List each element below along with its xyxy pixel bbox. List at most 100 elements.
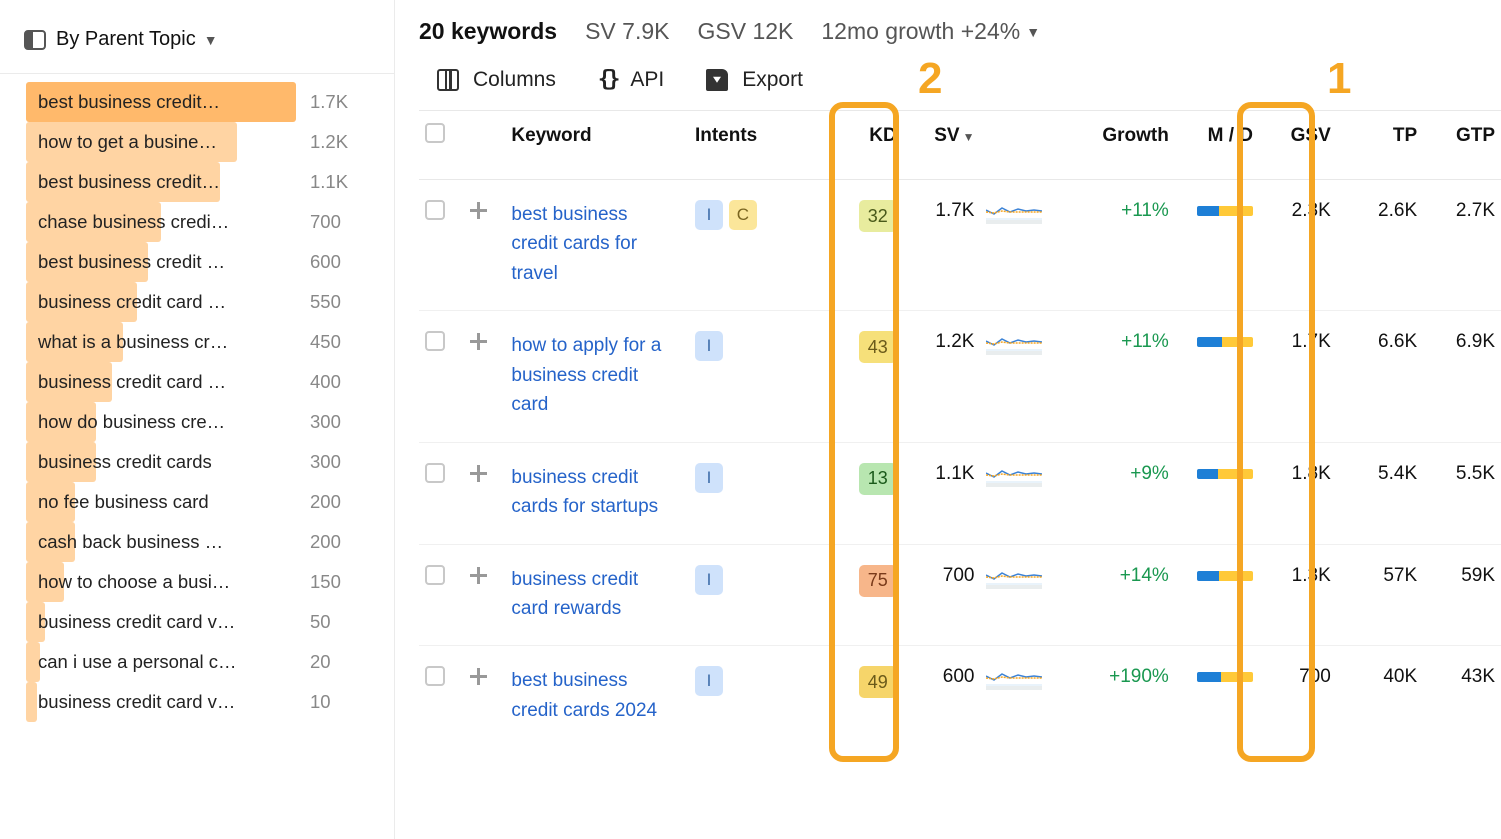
sidebar-topic[interactable]: how to get a busine…1.2K [26,122,376,162]
api-button[interactable]: {} API [598,67,664,92]
kd-badge: 49 [859,666,897,698]
topic-label: business credit card … [38,371,310,393]
table-row: business credit card rewardsI75700+14%1.… [419,544,1501,646]
keyword-link[interactable]: business credit cards for startups [511,463,661,522]
stat-keywords: 20 keywords [419,18,557,45]
kd-badge: 43 [859,331,897,363]
columns-button[interactable]: Columns [437,68,556,92]
sidebar-topic[interactable]: cash back business …200 [26,522,376,562]
topic-label: business credit card … [38,291,310,313]
topic-bar [26,682,37,722]
export-button[interactable]: Export [706,68,803,92]
sidebar-topic[interactable]: best business credit…1.7K [26,82,376,122]
topic-count: 50 [310,611,368,633]
sidebar-topic[interactable]: best business credit …600 [26,242,376,282]
growth-value: +190% [1109,666,1169,687]
tp-value: 2.6K [1378,200,1417,221]
gsv-value: 1.7K [1292,331,1331,352]
export-label: Export [742,68,803,92]
topic-count: 200 [310,491,368,513]
row-checkbox[interactable] [425,565,445,585]
expand-row-icon[interactable] [468,565,490,587]
topic-count: 550 [310,291,368,313]
sv-value: 1.2K [935,331,974,352]
intent-badge-i: I [695,463,723,493]
select-all-checkbox[interactable] [425,123,445,143]
keyword-link[interactable]: best business credit cards for travel [511,200,661,288]
topic-count: 1.7K [310,91,368,113]
topic-count: 600 [310,251,368,273]
row-checkbox[interactable] [425,666,445,686]
stat-gsv: GSV 12K [697,18,793,45]
col-sv-label: SV [934,125,959,146]
topic-count: 700 [310,211,368,233]
topic-label: best business credit … [38,251,310,273]
sidebar-topic[interactable]: how to choose a busi…150 [26,562,376,602]
sidebar-topic[interactable]: what is a business cr…450 [26,322,376,362]
expand-row-icon[interactable] [468,331,490,353]
sv-value: 1.7K [935,200,974,221]
tp-value: 5.4K [1378,463,1417,484]
row-checkbox[interactable] [425,200,445,220]
gsv-value: 2.3K [1292,200,1331,221]
expand-row-icon[interactable] [468,200,490,222]
sidebar-topic[interactable]: business credit card …400 [26,362,376,402]
sidebar-topic[interactable]: best business credit…1.1K [26,162,376,202]
download-file-icon [706,69,728,91]
sidebar: By Parent Topic ▼ best business credit…1… [0,0,395,839]
col-keyword[interactable]: Keyword [505,111,689,180]
sparkline-icon [986,666,1042,690]
sidebar-topic[interactable]: business credit card v…50 [26,602,376,642]
sv-value: 600 [943,666,975,687]
intent-badges: I [695,565,813,595]
gsv-value: 1.3K [1292,565,1331,586]
sidebar-topic[interactable]: chase business credi…700 [26,202,376,242]
col-intents[interactable]: Intents [689,111,819,180]
keyword-link[interactable]: best business credit cards 2024 [511,666,661,725]
chevron-down-icon: ▼ [204,32,218,48]
row-checkbox[interactable] [425,331,445,351]
sparkline-icon [986,463,1042,487]
sidebar-topic[interactable]: business credit card v…10 [26,682,376,722]
topic-label: business credit card v… [38,611,310,633]
sidebar-topic[interactable]: no fee business card200 [26,482,376,522]
col-md[interactable]: M / D [1175,111,1259,180]
group-by-parent-topic[interactable]: By Parent Topic ▼ [0,20,394,74]
topic-list: best business credit…1.7Khow to get a bu… [0,74,394,722]
growth-value: +11% [1121,200,1169,221]
sparkline-icon [986,331,1042,355]
col-kd[interactable]: KD [819,111,903,180]
kd-badge: 32 [859,200,897,232]
keyword-link[interactable]: business credit card rewards [511,565,661,624]
sparkline-icon [986,565,1042,589]
col-sv[interactable]: SV ▼ [903,111,981,180]
md-bar [1197,206,1253,216]
table-row: best business credit cards for travelIC3… [419,180,1501,311]
tp-value: 40K [1383,666,1417,687]
growth-value: +14% [1120,565,1169,586]
table-row: how to apply for a business credit card I… [419,311,1501,442]
col-gsv[interactable]: GSV [1259,111,1337,180]
stat-growth-label: 12mo growth +24% [821,18,1020,45]
gtp-value: 6.9K [1456,331,1495,352]
chevron-down-icon: ▼ [1026,24,1040,40]
keyword-link[interactable]: how to apply for a business credit card [511,331,661,419]
sidebar-topic[interactable]: how do business cre…300 [26,402,376,442]
stat-growth-dropdown[interactable]: 12mo growth +24% ▼ [821,18,1040,45]
sidebar-topic[interactable]: business credit card …550 [26,282,376,322]
col-growth[interactable]: Growth [1058,111,1175,180]
row-checkbox[interactable] [425,463,445,483]
topic-count: 450 [310,331,368,353]
sidebar-topic[interactable]: business credit cards300 [26,442,376,482]
expand-row-icon[interactable] [468,463,490,485]
col-tp[interactable]: TP [1337,111,1423,180]
intent-badge-i: I [695,331,723,361]
intent-badges: I [695,331,813,361]
callout-number-2: 2 [918,54,942,104]
expand-row-icon[interactable] [468,666,490,688]
sidebar-topic[interactable]: can i use a personal c…20 [26,642,376,682]
col-gtp[interactable]: GTP [1423,111,1501,180]
md-bar [1197,571,1253,581]
sort-desc-icon: ▼ [963,130,975,144]
gtp-value: 43K [1461,666,1495,687]
